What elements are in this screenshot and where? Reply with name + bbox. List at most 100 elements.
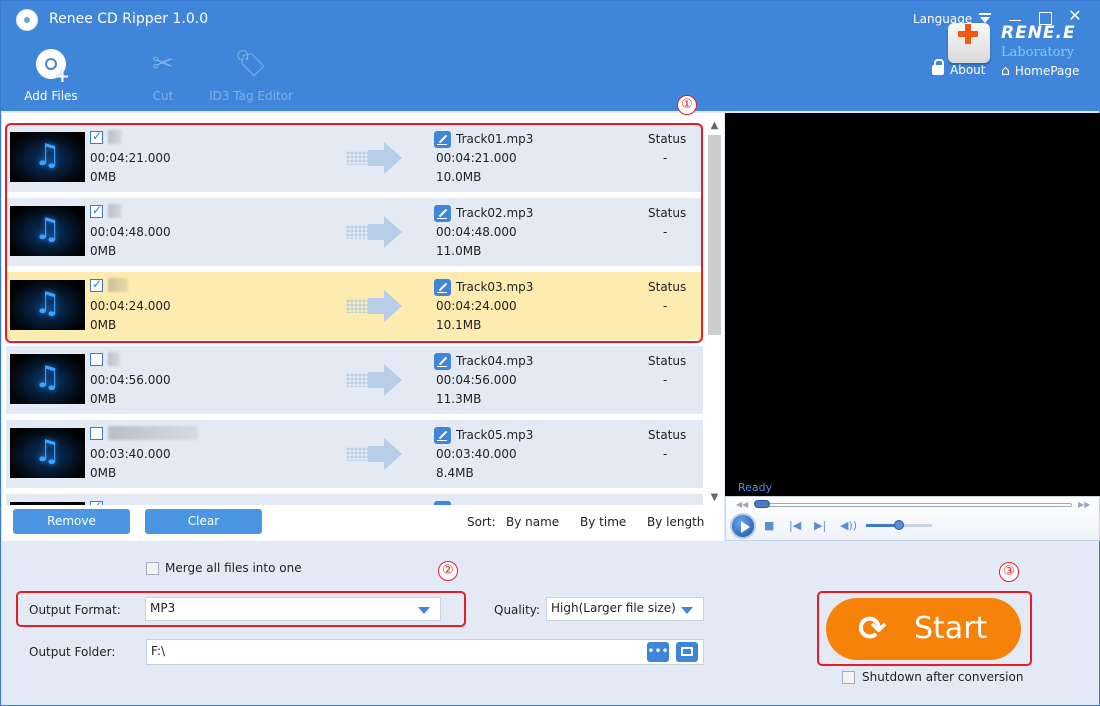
start-label: Start xyxy=(914,611,988,646)
add-files-label: Add Files xyxy=(24,89,78,103)
music-thumbnail-icon: ♫ xyxy=(10,428,85,478)
player-controls: ◀◀ ▶▶ ■ |◀ ▶| ◀)) xyxy=(725,496,1100,541)
status-label: Status xyxy=(648,280,687,294)
merge-checkbox[interactable] xyxy=(146,562,159,575)
track-duration: 00:04:24.000 xyxy=(90,299,171,313)
edit-icon[interactable] xyxy=(434,427,451,444)
previous-icon[interactable]: |◀ xyxy=(789,519,801,532)
player-status: Ready xyxy=(738,481,773,494)
status-label: Status xyxy=(648,428,687,442)
about-link[interactable]: About xyxy=(932,59,986,77)
start-button[interactable]: ⟳ Start xyxy=(826,598,1021,660)
edit-icon[interactable] xyxy=(434,279,451,296)
sort-by-length[interactable]: By length xyxy=(647,515,704,529)
output-format-select[interactable]: MP3 xyxy=(145,597,441,621)
track-name-blurred xyxy=(108,352,120,366)
track-name-blurred xyxy=(108,130,122,144)
convert-arrow-icon xyxy=(346,216,404,248)
output-filename: Track04.mp3 xyxy=(456,354,534,368)
sort-label: Sort: xyxy=(467,515,496,529)
volume-thumb[interactable] xyxy=(894,520,904,530)
track-name-blurred xyxy=(108,278,128,292)
annotation-marker-3: ③ xyxy=(999,562,1019,582)
track-duration: 00:03:40.000 xyxy=(90,447,171,461)
rewind-icon[interactable]: ◀◀ xyxy=(736,500,748,509)
edit-icon[interactable] xyxy=(434,353,451,370)
seek-thumb[interactable] xyxy=(754,500,770,508)
status-label: Status xyxy=(648,206,687,220)
chevron-down-icon xyxy=(418,607,430,614)
about-label: About xyxy=(950,63,986,77)
stop-icon[interactable]: ■ xyxy=(764,519,774,532)
browse-button[interactable]: ••• xyxy=(647,642,669,662)
music-thumbnail-icon: ♫ xyxy=(10,354,85,404)
homepage-label: HomePage xyxy=(1014,64,1080,78)
track-checkbox[interactable] xyxy=(90,353,103,366)
brand-name: RENE.E xyxy=(1001,23,1076,43)
track-row[interactable]: ♫ 00:04:24.000 0MB Track03.mp3 00:04:24.000 1… xyxy=(6,272,703,340)
track-checkbox[interactable] xyxy=(90,277,103,292)
track-row[interactable]: ♫ 00:04:21.000 0MB Track01.mp3 00:04:21.000 1… xyxy=(6,124,703,192)
volume-icon[interactable]: ◀)) xyxy=(840,519,857,532)
quality-value: High(Larger file size) xyxy=(551,601,676,615)
remove-button[interactable]: Remove xyxy=(13,509,130,534)
annotation-marker-1: ① xyxy=(677,95,697,115)
next-icon[interactable]: ▶| xyxy=(814,519,826,532)
convert-arrow-icon xyxy=(346,438,404,470)
merge-label: Merge all files into one xyxy=(165,561,302,575)
track-list-scrollbar[interactable]: ▲ ▼ xyxy=(707,119,722,505)
homepage-link[interactable]: ⌂ HomePage xyxy=(1001,63,1079,79)
track-name-blurred xyxy=(108,426,198,440)
tag-icon: 🏷 xyxy=(234,49,268,79)
scroll-up-icon[interactable]: ▲ xyxy=(707,119,722,133)
scroll-down-icon[interactable]: ▼ xyxy=(707,491,722,505)
track-list: ♫ 00:04:21.000 0MB Track01.mp3 00:04:21.000 1… xyxy=(2,113,724,505)
track-row-partial[interactable] xyxy=(6,494,703,505)
track-duration: 00:04:21.000 xyxy=(90,151,171,165)
open-folder-button[interactable] xyxy=(676,642,698,662)
scroll-thumb[interactable] xyxy=(708,135,721,335)
shutdown-label: Shutdown after conversion xyxy=(862,670,1024,684)
sort-by-time[interactable]: By time xyxy=(580,515,626,529)
shutdown-checkbox[interactable] xyxy=(842,671,855,684)
brand-logo-icon xyxy=(948,23,990,63)
output-folder-input[interactable]: F:\ xyxy=(146,639,704,665)
track-duration: 00:04:56.000 xyxy=(90,373,171,387)
track-size: 0MB xyxy=(90,170,117,184)
convert-arrow-icon xyxy=(346,142,404,174)
cut-button[interactable]: ✂ Cut xyxy=(123,47,203,103)
fast-forward-icon[interactable]: ▶▶ xyxy=(1078,500,1090,509)
header-bar: Renee CD Ripper 1.0.0 + Add Files ✂ Cut … xyxy=(1,1,1100,111)
track-checkbox[interactable] xyxy=(90,129,103,144)
clear-button[interactable]: Clear xyxy=(145,509,262,534)
track-row[interactable]: ♫ 00:04:48.000 0MB Track02.mp3 00:04:48.000 1… xyxy=(6,198,703,266)
output-duration: 00:03:40.000 xyxy=(436,447,517,461)
convert-arrow-icon xyxy=(346,364,404,396)
music-thumbnail-icon: ♫ xyxy=(10,132,85,182)
quality-select[interactable]: High(Larger file size) xyxy=(546,597,704,621)
track-row[interactable]: ♫ 00:03:40.000 0MB Track05.mp3 00:03:40.000 8… xyxy=(6,420,703,488)
output-duration: 00:04:56.000 xyxy=(436,373,517,387)
output-size: 11.3MB xyxy=(436,392,482,406)
track-row[interactable]: ♫ 00:04:56.000 0MB Track04.mp3 00:04:56.000 1… xyxy=(6,346,703,414)
edit-icon[interactable] xyxy=(434,131,451,148)
sort-by-name[interactable]: By name xyxy=(506,515,559,529)
status-label: Status xyxy=(648,354,687,368)
status-value: - xyxy=(663,447,668,461)
id3-label: ID3 Tag Editor xyxy=(209,89,293,103)
seek-bar[interactable] xyxy=(756,503,1072,507)
track-size: 0MB xyxy=(90,392,117,406)
list-action-bar: Remove Clear Sort: By name By time By le… xyxy=(2,505,724,541)
status-value: - xyxy=(663,151,668,165)
add-files-button[interactable]: + Add Files xyxy=(11,47,91,103)
output-format-value: MP3 xyxy=(150,601,176,615)
track-checkbox[interactable] xyxy=(90,427,103,440)
edit-icon[interactable] xyxy=(434,205,451,222)
track-name-blurred xyxy=(108,204,122,218)
status-label: Status xyxy=(648,132,687,146)
id3-tag-editor-button[interactable]: 🏷 ID3 Tag Editor xyxy=(201,47,301,103)
track-checkbox[interactable] xyxy=(90,203,103,218)
play-button[interactable] xyxy=(730,513,756,539)
music-thumbnail-icon: ♫ xyxy=(10,206,85,256)
app-window: Renee CD Ripper 1.0.0 + Add Files ✂ Cut … xyxy=(0,0,1100,706)
